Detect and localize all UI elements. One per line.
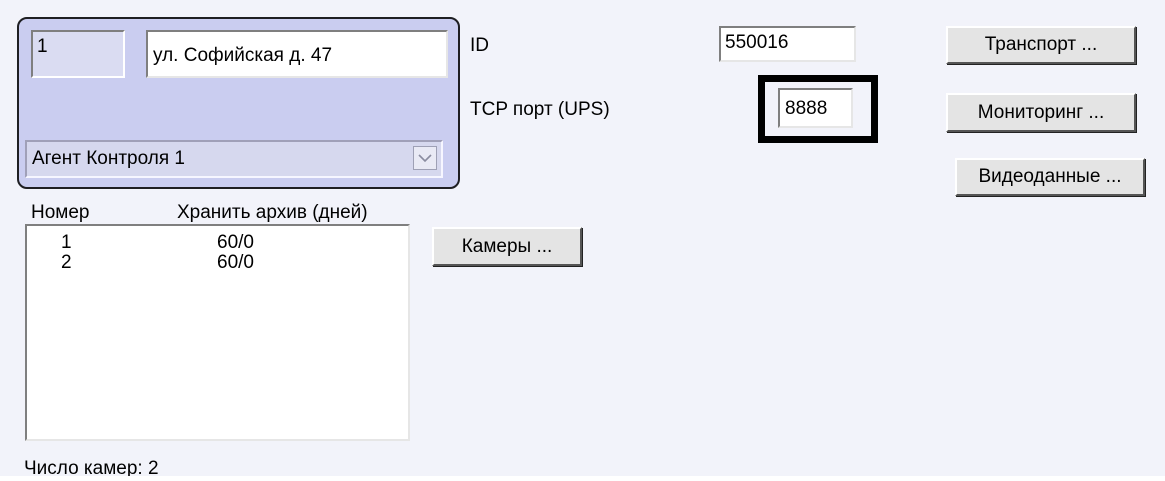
list-item[interactable]: 2 60/0: [27, 253, 408, 273]
address-field[interactable]: ул. Софийская д. 47: [146, 30, 448, 78]
id-label: ID: [470, 35, 489, 56]
monitoring-button[interactable]: Мониторинг ...: [946, 93, 1136, 132]
camera-archive-days: 60/0: [217, 252, 254, 273]
agent-select[interactable]: Агент Контроля 1: [25, 140, 443, 178]
camera-number: 1: [61, 232, 72, 253]
cameras-button[interactable]: Камеры ...: [432, 227, 582, 266]
column-header-number[interactable]: Номер: [31, 202, 89, 224]
settings-panel: 1 ул. Софийская д. 47 Агент Контроля 1 I…: [0, 0, 1165, 481]
tcp-port-field[interactable]: 8888: [778, 88, 853, 128]
video-data-button[interactable]: Видеоданные ...: [955, 158, 1145, 196]
id-field[interactable]: 550016: [719, 26, 856, 62]
list-item[interactable]: 1 60/0: [27, 233, 408, 253]
camera-list[interactable]: 1 60/0 2 60/0: [25, 224, 410, 441]
agent-select-value: Агент Контроля 1: [32, 148, 185, 169]
camera-number: 2: [61, 252, 72, 273]
column-header-archive[interactable]: Хранить архив (дней): [177, 202, 368, 224]
object-number-field[interactable]: 1: [31, 30, 125, 78]
chevron-down-icon[interactable]: [413, 146, 437, 170]
tcp-port-label: TCP порт (UPS): [470, 99, 610, 120]
camera-archive-days: 60/0: [217, 232, 254, 253]
transport-button[interactable]: Транспорт ...: [946, 26, 1136, 64]
bottom-strip: [0, 476, 1165, 481]
